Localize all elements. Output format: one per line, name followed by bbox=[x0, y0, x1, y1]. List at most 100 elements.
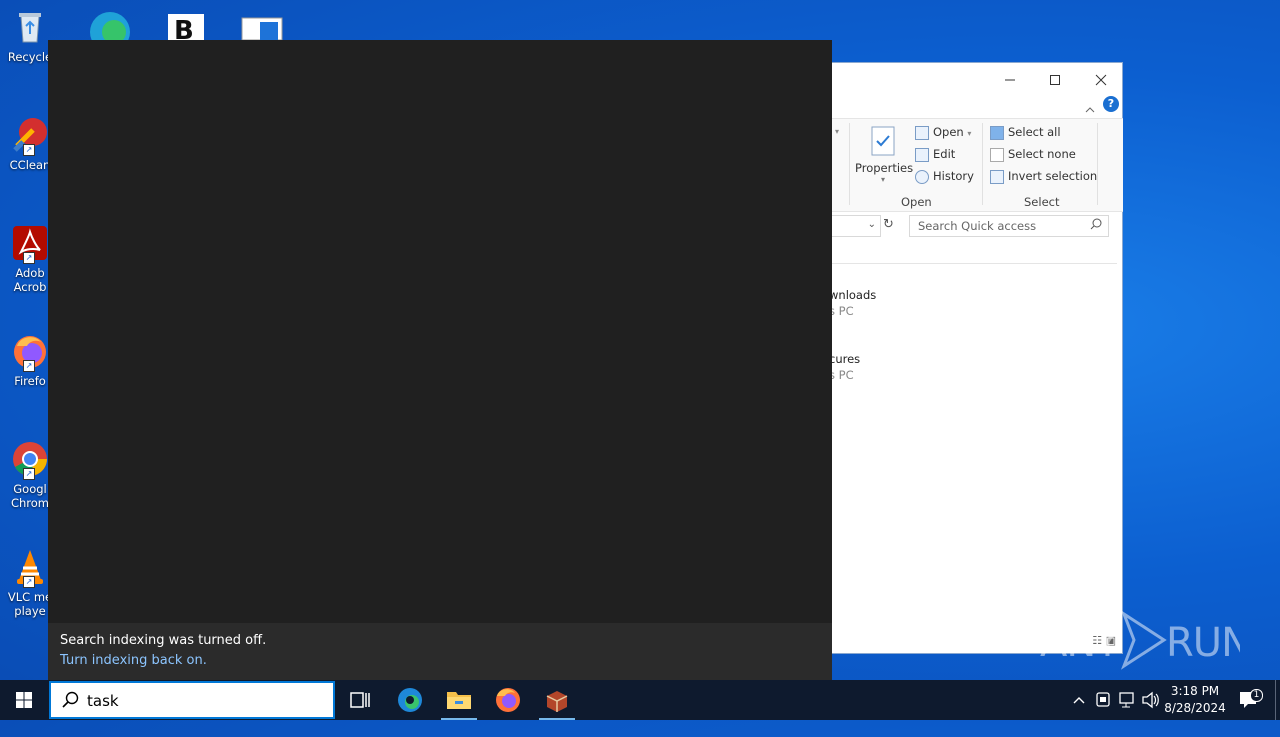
system-clock[interactable]: 3:18 PM 8/28/2024 bbox=[1160, 683, 1230, 717]
document-desktop-icon[interactable] bbox=[240, 6, 284, 41]
search-icon bbox=[61, 691, 79, 713]
dropdown-arrow-icon[interactable]: ▾ bbox=[835, 127, 839, 136]
collapse-ribbon-icon[interactable] bbox=[1085, 99, 1095, 118]
taskbar-firefox[interactable] bbox=[484, 680, 532, 720]
properties-label: Properties bbox=[855, 161, 914, 175]
history-label: History bbox=[933, 169, 974, 183]
item-location: s PC bbox=[829, 304, 854, 318]
invert-selection-label: Invert selection bbox=[1008, 169, 1098, 183]
invert-selection-icon bbox=[990, 169, 1004, 184]
ribbon-separator bbox=[849, 123, 850, 205]
action-center-button[interactable]: 1 bbox=[1234, 680, 1264, 720]
open-button[interactable]: Open ▾ bbox=[915, 125, 971, 140]
indexing-message: Search indexing was turned off. bbox=[60, 633, 267, 648]
shortcut-arrow-icon: ↗ bbox=[23, 468, 35, 480]
shortcut-arrow-icon: ↗ bbox=[23, 252, 35, 264]
desktop-icon-label: Recycle bbox=[7, 50, 53, 64]
firefox-icon bbox=[496, 688, 520, 712]
help-icon[interactable]: ? bbox=[1103, 96, 1119, 112]
item-location: s PC bbox=[829, 368, 854, 382]
network-icon[interactable] bbox=[1116, 680, 1138, 720]
shortcut-arrow-icon: ↗ bbox=[23, 144, 35, 156]
clock-time: 3:18 PM bbox=[1170, 684, 1220, 698]
search-placeholder: Search Quick access bbox=[918, 219, 1037, 233]
select-none-label: Select none bbox=[1008, 147, 1076, 161]
notification-count-badge: 1 bbox=[1250, 689, 1263, 702]
select-none-icon bbox=[990, 147, 1004, 162]
properties-icon bbox=[871, 126, 895, 156]
search-results-panel: Search indexing was turned off. Turn ind… bbox=[48, 40, 832, 680]
show-hidden-icons-chevron-icon[interactable] bbox=[1068, 680, 1090, 720]
refresh-icon[interactable]: ↻ bbox=[883, 217, 894, 232]
start-button[interactable] bbox=[0, 680, 48, 720]
open-icon bbox=[915, 125, 929, 140]
ribbon-group-select: Select bbox=[1024, 195, 1060, 209]
list-item[interactable]: cures s PC bbox=[829, 351, 860, 383]
desktop-icon-label: Adob Acrob bbox=[13, 266, 47, 294]
edit-button[interactable]: Edit bbox=[915, 147, 955, 162]
vlc-icon: ↗ bbox=[11, 548, 49, 588]
indexing-notice: Search indexing was turned off. Turn ind… bbox=[48, 623, 832, 680]
dropdown-arrow-icon: ▾ bbox=[967, 129, 972, 138]
adobe-acrobat-icon: ↗ bbox=[11, 224, 49, 264]
dropdown-arrow-icon: ▾ bbox=[880, 175, 885, 184]
ccleaner-icon: ↗ bbox=[11, 116, 49, 156]
select-none-button[interactable]: Select none bbox=[990, 147, 1076, 162]
package-icon bbox=[546, 691, 568, 712]
minimize-button[interactable] bbox=[987, 69, 1033, 95]
close-button[interactable] bbox=[1078, 69, 1124, 95]
ribbon-separator bbox=[982, 123, 983, 205]
item-name: cures bbox=[829, 352, 861, 366]
list-item[interactable]: wnloads s PC bbox=[829, 287, 876, 319]
show-desktop-button[interactable] bbox=[1275, 680, 1276, 720]
anyrun-watermark: ANY RUN bbox=[1040, 608, 1251, 672]
turn-indexing-on-link[interactable]: Turn indexing back on. bbox=[60, 653, 207, 668]
edge-desktop-icon[interactable] bbox=[88, 6, 132, 52]
history-button[interactable]: History bbox=[915, 169, 974, 184]
taskbar: 3:18 PM 8/28/2024 1 bbox=[0, 680, 1280, 720]
b-app-desktop-icon[interactable]: B bbox=[164, 6, 208, 46]
device-tray-icon[interactable] bbox=[1092, 680, 1114, 720]
file-explorer-window: ? ▾ Properties ▾ Open ▾ Edit History Ope… bbox=[828, 62, 1123, 654]
edit-icon bbox=[915, 147, 929, 162]
shortcut-arrow-icon: ↗ bbox=[23, 360, 35, 372]
divider bbox=[829, 263, 1117, 264]
properties-button[interactable]: Properties ▾ bbox=[855, 125, 914, 184]
chrome-icon: ↗ bbox=[11, 440, 49, 480]
task-view-button[interactable] bbox=[336, 680, 384, 720]
ribbon-separator bbox=[1097, 123, 1098, 205]
search-icon bbox=[1090, 218, 1102, 233]
search-quick-access-input[interactable]: Search Quick access bbox=[909, 215, 1109, 237]
ribbon-group-open: Open bbox=[901, 195, 932, 209]
clock-date: 8/28/2024 bbox=[1164, 701, 1226, 715]
select-all-icon bbox=[990, 125, 1004, 140]
svg-text:RUN: RUN bbox=[1166, 620, 1240, 666]
taskbar-search-input[interactable] bbox=[87, 691, 317, 711]
svg-text:B: B bbox=[174, 16, 194, 40]
task-view-icon bbox=[350, 692, 370, 708]
volume-icon[interactable] bbox=[1140, 680, 1162, 720]
desktop-icon-label: CClean bbox=[9, 158, 51, 172]
select-all-label: Select all bbox=[1008, 125, 1061, 139]
maximize-button[interactable] bbox=[1032, 69, 1078, 95]
taskbar-app-package[interactable] bbox=[533, 680, 581, 720]
edge-icon bbox=[398, 688, 422, 712]
taskbar-edge[interactable] bbox=[386, 680, 434, 720]
shortcut-arrow-icon: ↗ bbox=[23, 576, 35, 588]
folder-icon bbox=[447, 692, 471, 709]
invert-selection-button[interactable]: Invert selection bbox=[990, 169, 1097, 184]
desktop-icon-label: Googl Chrom bbox=[10, 482, 50, 510]
edit-label: Edit bbox=[933, 147, 956, 161]
windows-logo-icon bbox=[16, 692, 32, 708]
select-all-button[interactable]: Select all bbox=[990, 125, 1061, 140]
desktop-icon-label: Firefo bbox=[14, 374, 46, 388]
ribbon: ▾ Properties ▾ Open ▾ Edit History Open … bbox=[829, 118, 1123, 212]
svg-text:ANY: ANY bbox=[1040, 620, 1120, 666]
address-bar[interactable]: ⌄ bbox=[829, 215, 881, 237]
item-name: wnloads bbox=[829, 288, 877, 302]
history-icon bbox=[915, 169, 929, 184]
taskbar-search-box[interactable] bbox=[49, 681, 335, 719]
taskbar-file-explorer[interactable] bbox=[435, 680, 483, 720]
chevron-down-icon[interactable]: ⌄ bbox=[868, 219, 876, 230]
recycle-bin-icon bbox=[11, 8, 49, 46]
